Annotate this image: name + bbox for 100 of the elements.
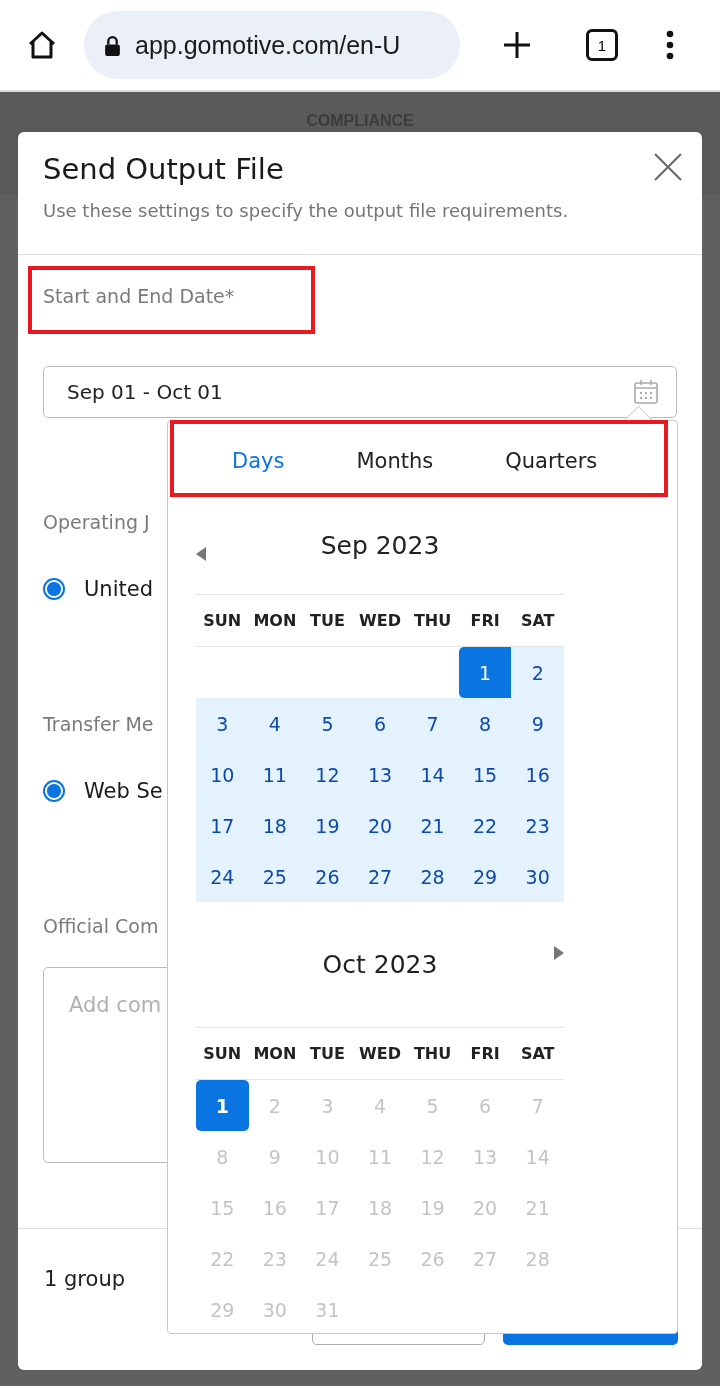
day-cell[interactable]: 12: [301, 749, 354, 800]
day-cell[interactable]: 1: [196, 1080, 249, 1131]
weekday-header: SAT: [519, 610, 556, 632]
weekday-header: WED: [358, 610, 402, 632]
weekday-header: MON: [252, 610, 298, 632]
calendar-icon: [633, 379, 659, 405]
day-cell-text: 25: [366, 1246, 394, 1272]
day-cell-text: 24: [314, 1246, 341, 1272]
day-cell[interactable]: 8: [458, 698, 512, 749]
dialog-subtitle: Use these settings to specify the output file requirements.: [43, 200, 570, 221]
day-cell[interactable]: 9: [511, 698, 564, 749]
day-cell[interactable]: 30: [511, 851, 564, 902]
day-cell-text: 3: [320, 1093, 335, 1119]
day-cell[interactable]: 18: [248, 800, 302, 851]
weekday-header: FRI: [469, 1043, 501, 1065]
day-cell-text: 5: [425, 1093, 440, 1119]
day-cell[interactable]: 20: [353, 800, 407, 851]
day-cell[interactable]: 28: [406, 851, 459, 902]
section-label: Operating J: [43, 511, 150, 533]
picker-tab[interactable]: Days: [232, 421, 285, 496]
url-text: app.gomotive.com/en-U: [135, 30, 401, 60]
day-cell-text: 20: [472, 1195, 499, 1221]
radio-button[interactable]: [43, 578, 65, 600]
radio-button[interactable]: [43, 780, 65, 802]
day-cell[interactable]: 25: [248, 851, 302, 902]
day-cell-text: 19: [419, 1195, 446, 1221]
day-cell-text: 6: [478, 1093, 493, 1119]
prev-month-icon[interactable]: [196, 547, 206, 561]
day-cell[interactable]: 15: [458, 749, 512, 800]
day-cell[interactable]: 7: [406, 698, 459, 749]
day-cell-text: 8: [215, 1144, 230, 1170]
group-count: 1 group: [44, 1267, 126, 1291]
day-cell-text: 17: [314, 1195, 341, 1221]
day-cell[interactable]: 1: [458, 647, 512, 698]
day-cell-text: 28: [524, 1246, 551, 1272]
home-icon[interactable]: [26, 29, 58, 61]
day-cell-text: 12: [419, 1144, 446, 1170]
picker-tab[interactable]: Months: [356, 421, 434, 496]
day-cell-text: 14: [524, 1144, 551, 1170]
month-title: Oct 2023: [322, 950, 438, 979]
weekday-header: SUN: [202, 610, 243, 632]
day-cell-text: 21: [524, 1195, 551, 1221]
day-cell[interactable]: 17: [196, 800, 249, 851]
day-cell-text: 27: [472, 1246, 499, 1272]
day-cell-text: 9: [267, 1144, 282, 1170]
day-cell[interactable]: 14: [406, 749, 459, 800]
day-cell[interactable]: 27: [353, 851, 407, 902]
next-month-icon[interactable]: [554, 946, 564, 960]
dialog-title: Send Output File: [43, 152, 284, 186]
day-cell[interactable]: 4: [248, 698, 302, 749]
day-cell[interactable]: 3: [196, 698, 249, 749]
day-cell[interactable]: 5: [301, 698, 354, 749]
close-icon[interactable]: [653, 152, 683, 182]
day-cell[interactable]: 29: [458, 851, 512, 902]
section-label: Official Com: [43, 915, 159, 937]
weekday-header: THU: [412, 610, 453, 632]
date-range-field[interactable]: Sep 01 - Oct 01: [43, 366, 677, 418]
weekday-header: SAT: [519, 1043, 556, 1065]
radio-label: United: [84, 577, 153, 601]
day-cell-text: 10: [314, 1144, 341, 1170]
day-cell-text: 13: [472, 1144, 499, 1170]
day-cell-text: 30: [261, 1297, 288, 1323]
day-cell-text: 29: [209, 1297, 236, 1323]
address-bar[interactable]: app.gomotive.com/en-U: [84, 11, 460, 79]
weekday-header: WED: [358, 1043, 402, 1065]
day-cell[interactable]: 24: [196, 851, 249, 902]
weekday-header: FRI: [469, 610, 501, 632]
month-title: Sep 2023: [320, 530, 440, 560]
day-cell[interactable]: 26: [301, 851, 354, 902]
day-cell[interactable]: 23: [511, 800, 564, 851]
day-cell[interactable]: 11: [248, 749, 302, 800]
day-cell-text: 26: [419, 1246, 446, 1272]
weekday-header: SUN: [202, 1043, 243, 1065]
day-cell[interactable]: 2: [511, 647, 564, 698]
day-cell-text: 15: [209, 1195, 236, 1221]
day-cell[interactable]: 16: [511, 749, 564, 800]
day-cell-text: 2: [267, 1093, 282, 1119]
day-cell-text: 22: [209, 1246, 236, 1272]
day-cell[interactable]: 13: [353, 749, 407, 800]
weekday-header: TUE: [309, 610, 346, 632]
day-cell-text: 23: [261, 1246, 288, 1272]
menu-icon[interactable]: [666, 30, 674, 60]
day-cell[interactable]: 10: [196, 749, 249, 800]
day-cell[interactable]: 19: [301, 800, 354, 851]
lock-icon: [104, 34, 121, 56]
section-label: Transfer Me: [43, 713, 154, 735]
radio-label: Web Se: [84, 779, 163, 803]
weekday-header: MON: [252, 1043, 298, 1065]
day-cell-text: 31: [314, 1297, 341, 1323]
day-cell-text: 16: [261, 1195, 288, 1221]
tab-count-button[interactable]: 1: [586, 29, 618, 61]
weekday-header: THU: [412, 1043, 453, 1065]
picker-tab[interactable]: Quarters: [505, 421, 598, 496]
field-label: Start and End Date*: [43, 285, 235, 307]
day-cell-text: 18: [366, 1195, 394, 1221]
plus-icon[interactable]: [502, 30, 532, 60]
day-cell[interactable]: 21: [406, 800, 459, 851]
day-cell[interactable]: 22: [458, 800, 512, 851]
day-cell-text: 4: [372, 1093, 388, 1119]
day-cell[interactable]: 6: [353, 698, 407, 749]
